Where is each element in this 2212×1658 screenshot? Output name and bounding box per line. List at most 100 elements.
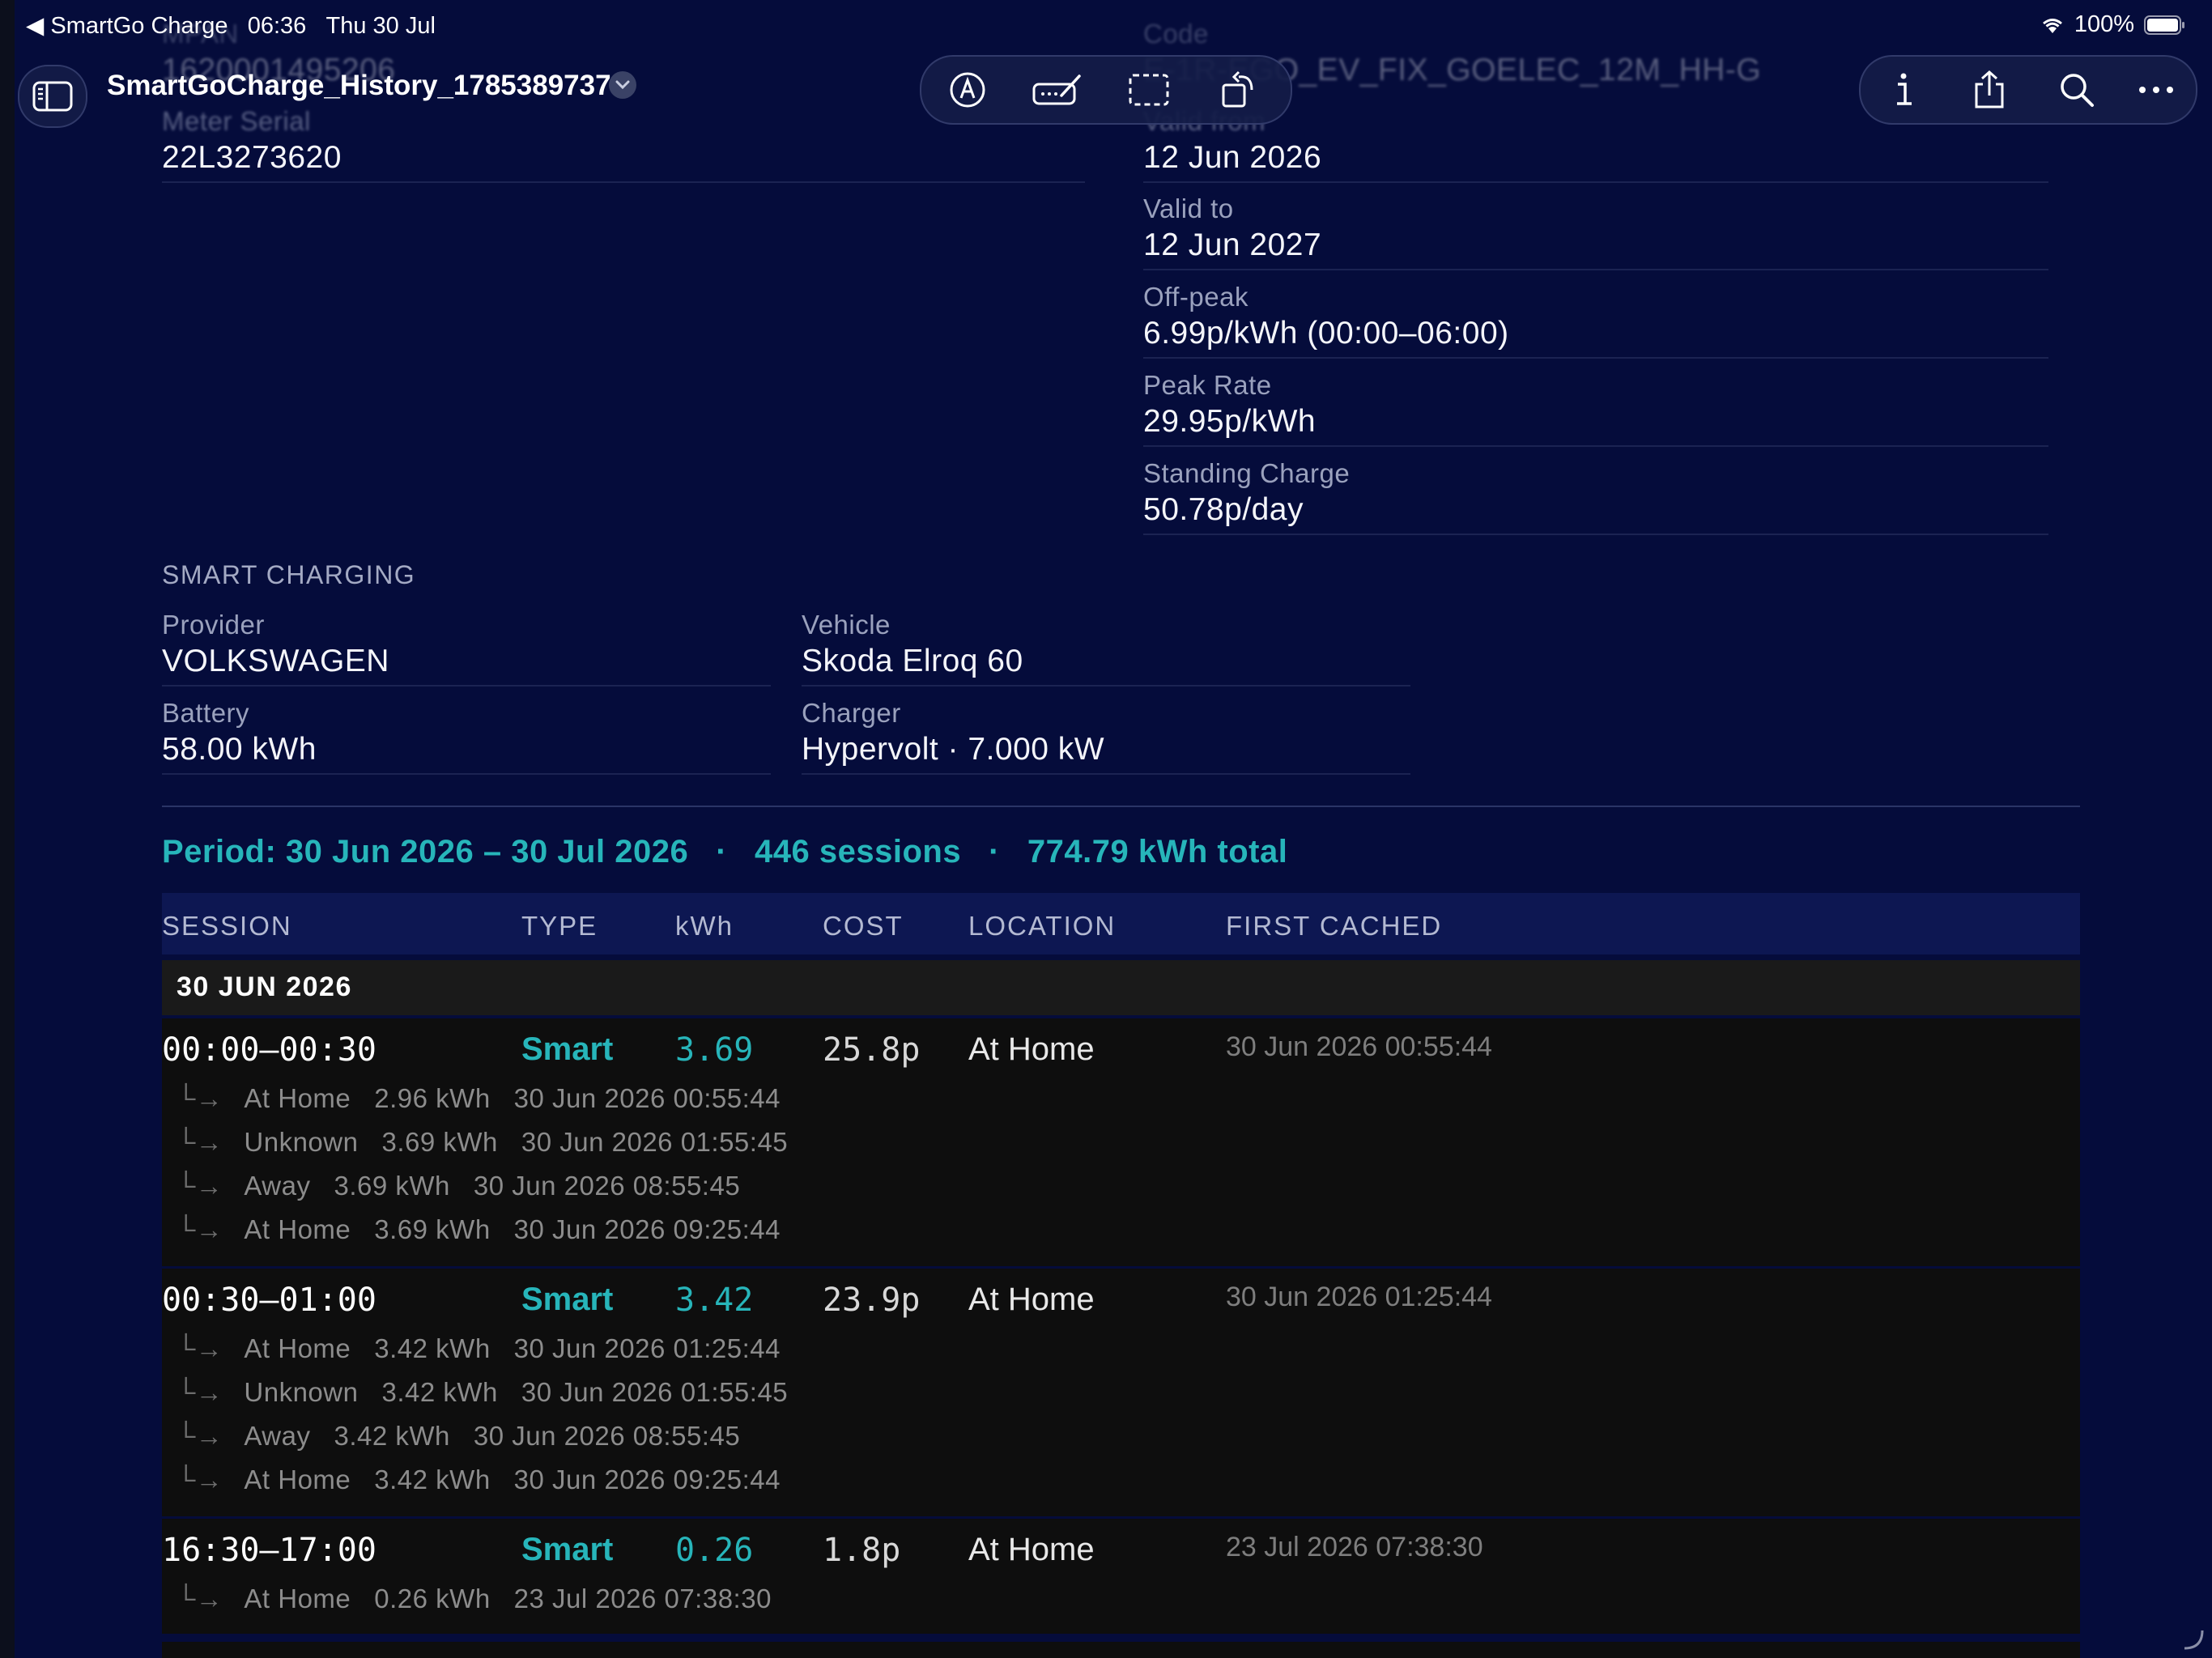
- battery-value: 58.00 kWh: [162, 732, 317, 767]
- valid-to-value: 12 Jun 2027: [1143, 227, 1322, 262]
- history-item: └→ Unknown 3.69 kWh 30 Jun 2026 01:55:45: [177, 1127, 789, 1157]
- status-bar: ◀ SmartGo Charge 06:36 Thu 30 Jul 100%: [0, 0, 2212, 49]
- rotate-button[interactable]: [1203, 57, 1276, 123]
- valid-to-field: Valid to 12 Jun 2027: [1143, 193, 2048, 270]
- wifi-icon: [2042, 18, 2062, 33]
- header-kwh: kWh: [675, 911, 734, 941]
- offpeak-field: Off-peak 6.99p/kWh (00:00–06:00): [1143, 281, 2048, 359]
- period-range: Period: 30 Jun 2026 – 30 Jul 2026: [162, 834, 689, 869]
- section-divider: [162, 806, 2080, 807]
- title-menu-button[interactable]: [609, 71, 636, 99]
- header-session: SESSION: [162, 911, 292, 941]
- rotate-icon: [1222, 70, 1253, 108]
- peak-rate-label: Peak Rate: [1143, 370, 1272, 400]
- provider-value: VOLKSWAGEN: [162, 644, 389, 678]
- info-button[interactable]: [1867, 57, 1940, 123]
- session-first-cached: 23 Jul 2026 07:38:30: [1226, 1532, 1483, 1562]
- session-cost: 1.8p: [823, 1532, 901, 1569]
- offpeak-value: 6.99p/kWh (00:00–06:00): [1143, 316, 1509, 351]
- resize-corner-icon: [2184, 1630, 2204, 1650]
- session-time: 16:30–17:00: [162, 1532, 376, 1569]
- session-location: At Home: [968, 1532, 1095, 1567]
- more-button[interactable]: [2120, 57, 2193, 123]
- document-title[interactable]: SmartGoCharge_History_1785389737: [107, 70, 611, 102]
- session-type: Smart: [521, 1282, 614, 1317]
- session-kwh: 3.42: [675, 1282, 754, 1319]
- session-location: At Home: [968, 1031, 1095, 1067]
- battery-field: Battery 58.00 kWh: [162, 697, 771, 775]
- header-type: TYPE: [521, 911, 598, 941]
- sidebar-toggle-button[interactable]: [18, 65, 87, 128]
- status-indicators: 100%: [2040, 11, 2186, 38]
- history-item: └→ At Home 0.26 kWh 23 Jul 2026 07:38:30: [177, 1584, 772, 1613]
- vehicle-value: Skoda Elroq 60: [802, 644, 1023, 678]
- provider-label: Provider: [162, 610, 265, 640]
- battery-icon: [2144, 15, 2184, 35]
- day-group-header: 30 JUN 2026: [162, 960, 2080, 1015]
- standing-charge-field: Standing Charge 50.78p/day: [1143, 457, 2048, 535]
- session-type: Smart: [521, 1532, 614, 1567]
- period-separator: ·: [989, 834, 1000, 869]
- peak-rate-value: 29.95p/kWh: [1143, 404, 1317, 439]
- chevron-down-icon: [615, 80, 630, 90]
- peak-rate-field: Peak Rate 29.95p/kWh: [1143, 369, 2048, 447]
- actions-toolbar: [1859, 55, 2197, 125]
- session-location: At Home: [968, 1282, 1095, 1317]
- charger-field: Charger Hypervolt · 7.000 kW: [802, 697, 1410, 775]
- status-time: 06:36: [247, 13, 307, 39]
- table-row[interactable]: 00:30–01:00 Smart 3.42 23.9p At Home 30 …: [162, 1269, 2080, 1516]
- table-row-partial: [162, 1642, 2080, 1658]
- vehicle-field: Vehicle Skoda Elroq 60: [802, 609, 1410, 687]
- day-label: 30 JUN 2026: [177, 971, 352, 1002]
- session-first-cached: 30 Jun 2026 01:25:44: [1226, 1282, 1492, 1312]
- signature-button[interactable]: [1022, 57, 1095, 123]
- search-button[interactable]: [2040, 57, 2113, 123]
- session-cost: 23.9p: [823, 1282, 921, 1319]
- session-kwh: 3.69: [675, 1031, 754, 1069]
- search-icon: [2061, 74, 2094, 107]
- markup-pen-icon: [950, 72, 985, 108]
- standing-charge-label: Standing Charge: [1143, 458, 1351, 488]
- share-icon: [1975, 70, 2004, 108]
- markup-button[interactable]: [931, 57, 1004, 123]
- more-icon: [2139, 87, 2173, 93]
- share-button[interactable]: [1953, 57, 2026, 123]
- selection-button[interactable]: [1112, 57, 1185, 123]
- history-item: └→ At Home 3.69 kWh 30 Jun 2026 09:25:44: [177, 1214, 781, 1244]
- period-summary: Period: 30 Jun 2026 – 30 Jul 2026 · 446 se…: [162, 834, 1287, 870]
- selection-rect-icon: [1129, 74, 1169, 106]
- charger-label: Charger: [802, 698, 901, 728]
- history-item: └→ At Home 3.42 kWh 30 Jun 2026 01:25:44: [177, 1333, 781, 1363]
- period-total: 774.79 kWh total: [1027, 834, 1288, 869]
- session-kwh: 0.26: [675, 1532, 754, 1569]
- document-page[interactable]: MPAN 1620001495206 Code E-1R-EGO_EV_FIX_…: [15, 0, 2212, 1658]
- info-icon: [1897, 73, 1912, 105]
- signature-icon: [1032, 74, 1081, 105]
- history-item: └→ Unknown 3.42 kWh 30 Jun 2026 01:55:45: [177, 1377, 789, 1407]
- back-app-label: ◀ SmartGo Charge: [26, 13, 228, 39]
- session-first-cached: 30 Jun 2026 00:55:44: [1226, 1031, 1492, 1062]
- sidebar-toggle-icon: [19, 66, 86, 126]
- standing-charge-value: 50.78p/day: [1143, 492, 1304, 527]
- header-first-cached: FIRST CACHED: [1226, 911, 1443, 941]
- period-sessions: 446 sessions: [755, 834, 962, 869]
- meter-serial-value: 22L3273620: [162, 140, 342, 175]
- table-header: SESSION TYPE kWh COST LOCATION FIRST CAC…: [162, 893, 2080, 954]
- history-item: └→ Away 3.69 kWh 30 Jun 2026 08:55:45: [177, 1171, 741, 1201]
- valid-from-value: 12 Jun 2026: [1143, 140, 1322, 175]
- offpeak-label: Off-peak: [1143, 282, 1249, 312]
- battery-label: Battery: [162, 698, 250, 728]
- vehicle-label: Vehicle: [802, 610, 891, 640]
- header-cost: COST: [823, 911, 904, 941]
- table-row[interactable]: 00:00–00:30 Smart 3.69 25.8p At Home 30 …: [162, 1018, 2080, 1266]
- session-time: 00:30–01:00: [162, 1282, 376, 1319]
- status-date: Thu 30 Jul: [325, 13, 436, 39]
- table-row[interactable]: 16:30–17:00 Smart 0.26 1.8p At Home 23 J…: [162, 1519, 2080, 1634]
- history-item: └→ Away 3.42 kWh 30 Jun 2026 08:55:45: [177, 1421, 741, 1451]
- back-to-app[interactable]: ◀ SmartGo Charge 06:36 Thu 30 Jul: [26, 11, 436, 40]
- battery-percentage: 100%: [2074, 11, 2134, 37]
- sidebar-edge: [0, 0, 15, 1658]
- session-time: 00:00–00:30: [162, 1031, 376, 1069]
- history-item: └→ At Home 3.42 kWh 30 Jun 2026 09:25:44: [177, 1465, 781, 1494]
- charger-value: Hypervolt · 7.000 kW: [802, 732, 1105, 767]
